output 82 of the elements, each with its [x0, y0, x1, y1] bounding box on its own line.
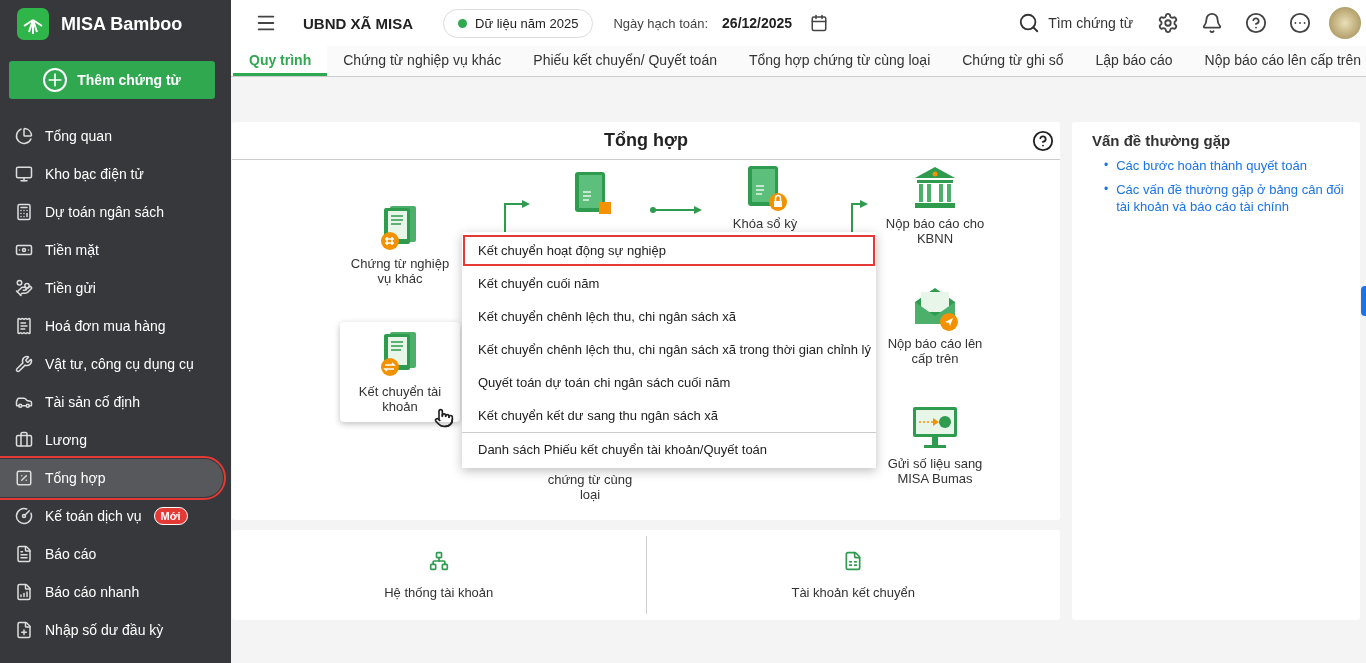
- sidebar-item[interactable]: Tài sản cố định: [0, 383, 223, 421]
- sidebar-item[interactable]: Hoá đơn mua hàng: [0, 307, 223, 345]
- sidebar-label: Báo cáo nhanh: [45, 584, 140, 600]
- sidebar-item[interactable]: Kế toán dịch vụ Mới: [0, 497, 223, 535]
- panel-title: Tổng hợp: [604, 130, 688, 151]
- sidebar-label: Tổng hợp: [45, 470, 106, 486]
- posting-date-label: Ngày hạch toán:: [613, 15, 709, 31]
- node-label[interactable]: Gửi số liệu sang MISA Bumas: [885, 456, 985, 486]
- sidebar-item[interactable]: Tiền mặt: [0, 231, 223, 269]
- shortcut-link[interactable]: Hệ thống tài khoản: [384, 584, 494, 600]
- menu-item-icon: [15, 317, 33, 335]
- faq-link[interactable]: Các vấn đề thường gặp ở bảng cân đối tài khoản và báo cáo tài chính: [1116, 181, 1348, 215]
- flow-arrow: [650, 204, 702, 216]
- sidebar-item[interactable]: Tổng quan: [0, 117, 223, 155]
- menu-item-icon: [15, 203, 33, 221]
- menu-item[interactable]: Kết chuyển chênh lệch thu, chi ngân sách xã trong thời gian chỉnh lý: [462, 333, 876, 366]
- menu-item[interactable]: Kết chuyển cuối năm: [462, 267, 876, 300]
- tab[interactable]: Phiếu kết chuyển/ Quyết toán: [517, 46, 733, 76]
- tab[interactable]: Chứng từ ghi sổ: [946, 46, 1080, 76]
- node-label[interactable]: Nộp báo cáo cho KBNN: [885, 216, 985, 246]
- tab[interactable]: Nộp báo cáo lên cấp trên: [1188, 46, 1366, 76]
- tab[interactable]: Lập báo cáo: [1079, 46, 1189, 76]
- sidebar-label: Lương: [45, 432, 87, 448]
- menu-item-icon: [15, 279, 33, 297]
- app-name: MISA Bamboo: [61, 13, 183, 35]
- menu-item-icon: [15, 165, 33, 183]
- sidebar-label: Nhập số dư đầu kỳ: [45, 622, 164, 638]
- list-bullet: •: [1104, 181, 1109, 198]
- node-label[interactable]: Khóa sổ kỳ: [715, 216, 815, 231]
- menu-item-icon: [15, 127, 33, 145]
- sidebar-label: Vật tư, công cụ dụng cụ: [45, 356, 194, 372]
- sidebar-item[interactable]: Tiền gửi: [0, 269, 223, 307]
- menu-item-icon: [15, 507, 33, 525]
- menu-item[interactable]: Kết chuyển hoạt động sự nghiệp: [462, 234, 876, 267]
- menu-item-icon: [15, 355, 33, 373]
- search-button[interactable]: Tìm chứng từ: [1012, 11, 1140, 35]
- hierarchy-icon: [428, 550, 449, 571]
- sidebar-item[interactable]: Vật tư, công cụ dụng cụ: [0, 345, 223, 383]
- menu-item[interactable]: Danh sách Phiếu kết chuyển tài khoản/Quyết toán: [462, 432, 876, 466]
- organization-name: UBND XÃ MISA: [303, 14, 413, 32]
- sidebar-label: Dự toán ngân sách: [45, 204, 165, 220]
- sidebar-item[interactable]: Lương: [0, 421, 223, 459]
- sidebar-label: Kho bạc điện tử: [45, 166, 144, 182]
- menu-item-icon: [15, 621, 33, 639]
- sidebar-item[interactable]: Báo cáo: [0, 535, 223, 573]
- shortcut-link[interactable]: Tài khoản kết chuyển: [791, 584, 916, 600]
- hand-cursor-icon: [434, 408, 454, 428]
- tab[interactable]: Tổng hợp chứng từ cùng loại: [733, 46, 947, 76]
- search-icon: [1018, 12, 1041, 34]
- menu-item-icon: [15, 431, 33, 449]
- sidebar-label: Tổng quan: [45, 128, 112, 144]
- sidebar-item[interactable]: Kho bạc điện tử: [0, 155, 223, 193]
- posting-date: 26/12/2025: [722, 15, 793, 31]
- plus-icon: [43, 68, 68, 92]
- sidebar-item[interactable]: Tổng hợp: [0, 459, 223, 497]
- sidebar-item[interactable]: Dự toán ngân sách: [0, 193, 223, 231]
- process-card[interactable]: Kết chuyển tài khoản: [340, 322, 460, 422]
- list-bullet: •: [1104, 157, 1109, 174]
- help-icon[interactable]: [1032, 130, 1054, 152]
- node-label[interactable]: Chứng từ nghiệp vụ khác: [350, 256, 450, 286]
- menu-item[interactable]: Kết chuyển chênh lệch thu, chi ngân sách xã: [462, 300, 876, 333]
- sidebar-item[interactable]: Nhập số dư đầu kỳ: [0, 611, 223, 649]
- menu-item[interactable]: Quyết toán dự toán chi ngân sách cuối năm: [462, 366, 876, 399]
- new-badge: Mới: [153, 507, 188, 525]
- sidebar-label: Tiền gửi: [45, 280, 96, 296]
- tab[interactable]: Chứng từ nghiệp vụ khác: [327, 46, 518, 76]
- logo-icon: [17, 8, 49, 40]
- sidebar-label: Tài sản cố định: [45, 394, 140, 410]
- menu-item[interactable]: Kết chuyển kết dư sang thu ngân sách xã: [462, 399, 876, 432]
- menu-item-icon: [15, 583, 33, 601]
- sidebar-label: Hoá đơn mua hàng: [45, 318, 166, 334]
- faq-link[interactable]: Các bước hoàn thành quyết toán: [1116, 157, 1307, 174]
- sidebar-label: Báo cáo: [45, 546, 97, 562]
- sidebar-item[interactable]: Báo cáo nhanh: [0, 573, 223, 611]
- sidebar-label: Kế toán dịch vụ: [45, 508, 142, 524]
- menu-item-icon: [15, 545, 33, 563]
- node-label: Kết chuyển tài khoản: [357, 384, 443, 414]
- faq-title: Vấn đề thường gặp: [1092, 132, 1232, 149]
- node-label: chứng từ cùng loại: [546, 472, 634, 502]
- menu-item-icon: [15, 469, 33, 487]
- node-label[interactable]: Nộp báo cáo lên cấp trên: [885, 336, 985, 366]
- sidebar-label: Tiền mặt: [45, 242, 99, 258]
